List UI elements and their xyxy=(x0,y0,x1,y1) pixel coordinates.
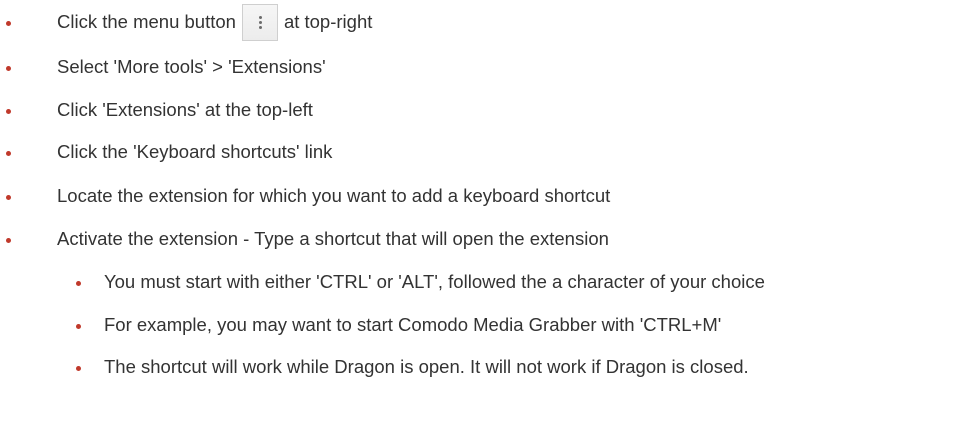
step-text-suffix: at top-right xyxy=(283,11,373,32)
substep-text: For example, you may want to start Comod… xyxy=(104,314,722,335)
bullet-icon xyxy=(76,281,81,286)
step-keyboard-shortcuts: Click the 'Keyboard shortcuts' link xyxy=(6,138,333,166)
bullet-icon xyxy=(6,109,11,114)
bullet-icon xyxy=(6,66,11,71)
bullet-icon xyxy=(76,324,81,329)
substep-text: The shortcut will work while Dragon is o… xyxy=(104,356,749,377)
step-locate-extension: Locate the extension for which you want … xyxy=(6,182,611,210)
bullet-icon xyxy=(6,195,11,200)
bullet-icon xyxy=(6,238,11,243)
substep-modifier-keys: You must start with either 'CTRL' or 'AL… xyxy=(76,268,765,296)
step-text: Activate the extension - Type a shortcut… xyxy=(57,228,609,249)
step-more-tools: Select 'More tools' > 'Extensions' xyxy=(6,53,326,81)
bullet-icon xyxy=(6,151,11,156)
step-text: Click the menu button xyxy=(57,11,236,32)
step-text: Locate the extension for which you want … xyxy=(57,185,611,206)
substep-text: You must start with either 'CTRL' or 'AL… xyxy=(104,271,765,292)
step-open-menu: Click the menu button at top-right xyxy=(6,3,373,41)
step-text: Click 'Extensions' at the top-left xyxy=(57,99,313,120)
step-text: Select 'More tools' > 'Extensions' xyxy=(57,56,326,77)
bullet-icon xyxy=(76,366,81,371)
substep-example: For example, you may want to start Comod… xyxy=(76,311,722,339)
step-activate-extension: Activate the extension - Type a shortcut… xyxy=(6,225,609,253)
step-text: Click the 'Keyboard shortcuts' link xyxy=(57,141,333,162)
step-extensions: Click 'Extensions' at the top-left xyxy=(6,96,313,124)
bullet-icon xyxy=(6,21,11,26)
kebab-menu-icon xyxy=(241,3,278,41)
substep-dragon-note: The shortcut will work while Dragon is o… xyxy=(76,353,749,381)
